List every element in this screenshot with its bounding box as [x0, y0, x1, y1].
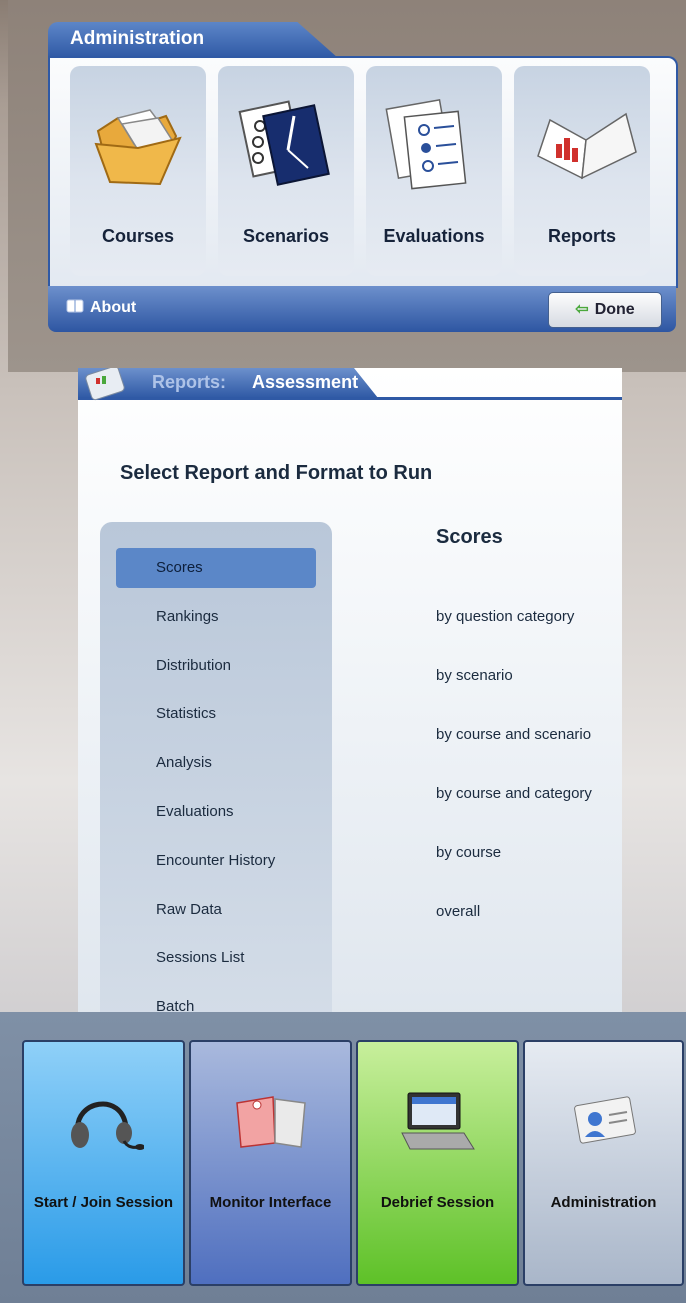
report-item-analysis[interactable]: Analysis — [116, 743, 316, 783]
report-item-statistics[interactable]: Statistics — [116, 694, 316, 734]
administration-tiles: Courses Scenarios Evaluations Reports — [48, 56, 678, 288]
evaluation-form-icon — [385, 98, 467, 190]
administration-title: Administration — [70, 28, 205, 49]
scenarios-label: Scenarios — [242, 226, 330, 246]
main-navigation: Start / Join Session Monitor Interface D… — [0, 1012, 686, 1303]
report-item-rankings[interactable]: Rankings — [116, 597, 316, 637]
reports-panel: Reports: Assessment Select Report and Fo… — [78, 368, 622, 1026]
monitor-interface-button[interactable]: Monitor Interface — [189, 1040, 352, 1286]
done-button[interactable]: ⇦ Done — [548, 292, 662, 328]
report-item-scores[interactable]: Scores — [116, 548, 316, 588]
report-item-raw-data[interactable]: Raw Data — [116, 890, 316, 930]
report-type-list: Scores Rankings Distribution Statistics … — [100, 522, 332, 1026]
administration-nav-label: Administration — [550, 1194, 657, 1211]
scenarios-tile[interactable]: Scenarios — [218, 66, 354, 276]
report-book-icon — [537, 112, 637, 180]
report-item-distribution[interactable]: Distribution — [116, 646, 316, 686]
administration-footer: About ⇦ Done — [48, 286, 676, 332]
report-item-evaluations[interactable]: Evaluations — [116, 792, 316, 832]
about-button[interactable]: About — [66, 298, 136, 319]
courses-label: Courses — [101, 226, 175, 246]
monitor-puzzle-icon — [236, 1096, 306, 1148]
done-label: Done — [594, 301, 635, 318]
administration-tab: Administration — [48, 22, 338, 58]
reports-header: Reports: Assessment — [78, 368, 622, 401]
format-item[interactable]: by course — [436, 844, 501, 861]
format-item[interactable]: overall — [436, 903, 480, 920]
debrief-session-button[interactable]: Debrief Session — [356, 1040, 519, 1286]
breadcrumb-page: Assessment — [252, 372, 359, 392]
scenario-clock-icon — [238, 100, 330, 186]
format-item[interactable]: by question category — [436, 608, 574, 625]
reports-header-rule — [78, 397, 622, 400]
reports-app-icon — [85, 368, 125, 401]
formats-title: Scores — [436, 526, 503, 548]
page-title: Select Report and Format to Run — [120, 462, 433, 484]
reports-label: Reports — [547, 226, 616, 246]
start-join-session-label: Start / Join Session — [33, 1194, 174, 1211]
start-join-session-button[interactable]: Start / Join Session — [22, 1040, 185, 1286]
evaluations-tile[interactable]: Evaluations — [366, 66, 502, 276]
headset-icon — [71, 1101, 144, 1150]
about-label: About — [90, 299, 137, 316]
id-card-icon — [574, 1096, 636, 1144]
format-item[interactable]: by course and category — [436, 785, 592, 802]
reports-tile[interactable]: Reports — [514, 66, 650, 276]
courses-tile[interactable]: Courses — [70, 66, 206, 276]
debrief-session-label: Debrief Session — [380, 1194, 495, 1211]
back-arrow-icon: ⇦ — [575, 301, 589, 318]
evaluations-label: Evaluations — [383, 226, 485, 246]
format-item[interactable]: by course and scenario — [436, 726, 591, 743]
breadcrumb-section: Reports: — [152, 372, 227, 392]
report-item-sessions-list[interactable]: Sessions List — [116, 938, 316, 978]
administration-nav-button[interactable]: Administration — [523, 1040, 684, 1286]
folder-icon — [94, 109, 182, 186]
monitor-interface-label: Monitor Interface — [209, 1194, 332, 1211]
book-icon — [66, 298, 84, 319]
report-item-encounter-history[interactable]: Encounter History — [116, 841, 316, 881]
administration-panel: Administration Courses Scenarios Evaluat… — [8, 0, 686, 372]
laptop-icon — [401, 1092, 475, 1150]
format-item[interactable]: by scenario — [436, 667, 513, 684]
